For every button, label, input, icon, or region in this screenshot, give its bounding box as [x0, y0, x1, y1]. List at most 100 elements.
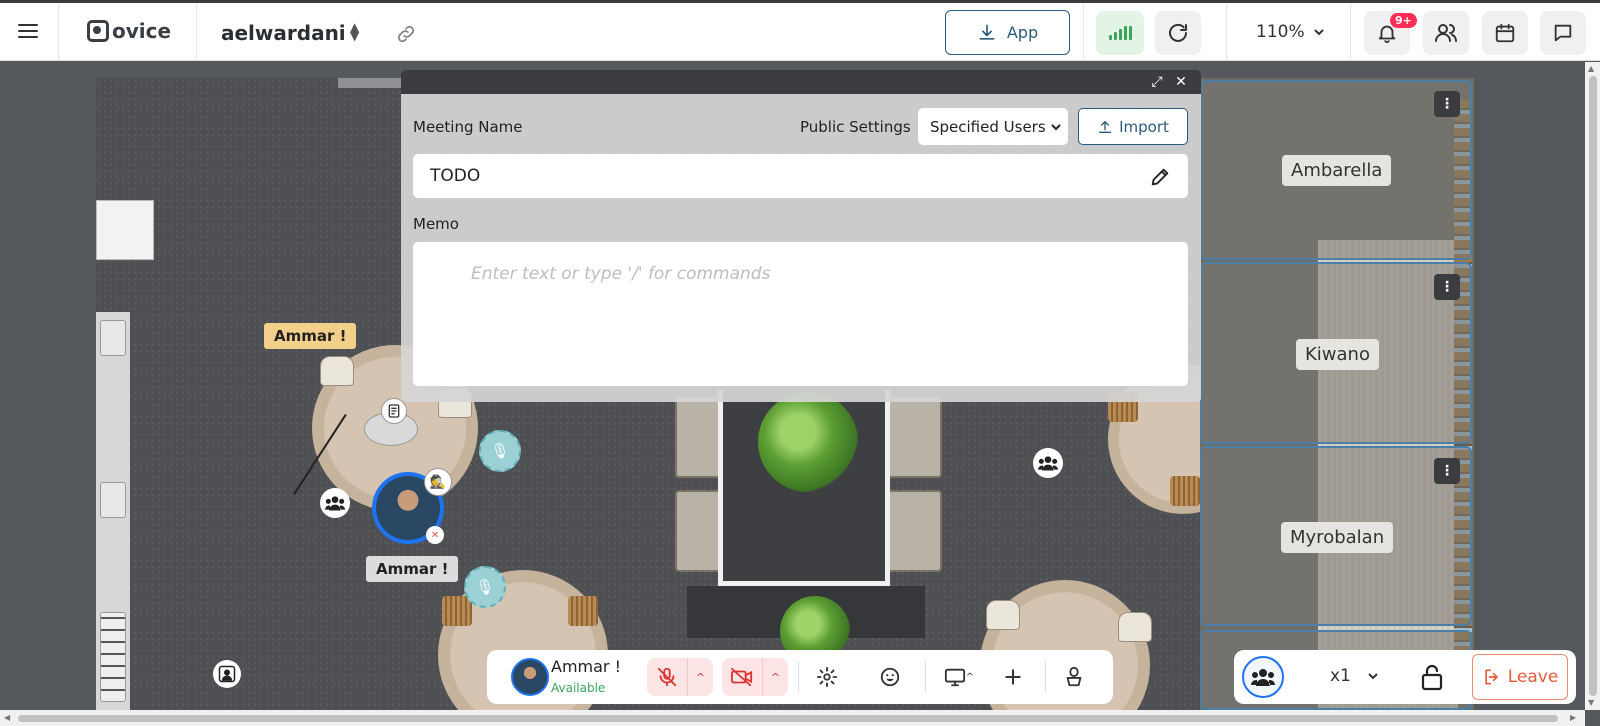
top-header: ovice aelwardani ▲ ▼ App 110% 9+: [0, 3, 1600, 61]
header-divider: [58, 3, 59, 61]
connection-signal-button[interactable]: [1096, 11, 1144, 55]
add-button[interactable]: [998, 662, 1028, 692]
menu-icon[interactable]: [16, 20, 40, 44]
header-divider: [1350, 3, 1351, 61]
chevron-down-icon: [1050, 123, 1061, 130]
header-divider: [196, 3, 197, 61]
workspace-switch-icon[interactable]: ▲ ▼: [350, 21, 359, 42]
refresh-button[interactable]: [1155, 11, 1201, 55]
header-divider: [1226, 3, 1227, 61]
ovice-logo: ovice: [87, 19, 171, 43]
expand-icon[interactable]: ⤢: [1149, 74, 1165, 90]
map-chair: [568, 596, 598, 626]
zone-menu-icon[interactable]: ⋮: [1434, 458, 1460, 484]
map-cabinet: [96, 200, 154, 260]
zone-label-ambarella: Ambarella: [1282, 155, 1392, 186]
scroll-up-icon[interactable]: ▲: [1588, 64, 1594, 73]
members-button[interactable]: [1423, 11, 1469, 55]
chevron-down-icon: [1313, 29, 1324, 36]
mic-toggle-button[interactable]: ^: [647, 658, 713, 696]
avatar-name-tag: Ammar !: [264, 323, 357, 349]
meeting-panel-titlebar: ⤢ ✕: [401, 70, 1201, 94]
leave-label: Leave: [1507, 667, 1559, 687]
settings-button[interactable]: [812, 662, 842, 692]
horizontal-scroll-thumb[interactable]: [18, 715, 1558, 722]
leave-button[interactable]: Leave: [1472, 654, 1568, 700]
map-plant: [758, 392, 858, 492]
group-icon[interactable]: [1033, 448, 1063, 478]
public-settings-select[interactable]: Specified Users: [918, 108, 1068, 145]
my-avatar[interactable]: [511, 658, 549, 696]
upload-icon: [1099, 120, 1112, 133]
emoji-icon: [880, 667, 900, 687]
mic-spot-icon[interactable]: 🎙: [479, 430, 521, 472]
map-kitchen-wall: [96, 312, 130, 712]
map-chair: [320, 356, 354, 386]
logout-icon: [1485, 669, 1498, 685]
calendar-button[interactable]: [1482, 11, 1528, 55]
meeting-name-input[interactable]: [413, 154, 1188, 198]
desk-user-icon[interactable]: [213, 660, 241, 688]
plus-icon: [1005, 669, 1021, 685]
mic-off-icon: [657, 667, 677, 687]
users-icon: [1435, 24, 1457, 42]
vertical-scrollbar[interactable]: ▲ ▼: [1585, 62, 1600, 710]
scroll-left-icon[interactable]: ◀: [4, 713, 10, 722]
avatar-name-label: Ammar !: [366, 556, 459, 582]
download-app-button[interactable]: App: [945, 10, 1070, 55]
speaker-mode-button[interactable]: [1059, 662, 1089, 692]
horizontal-scrollbar[interactable]: ◀ ▶: [0, 710, 1585, 726]
meeting-panel: ⤢ ✕ Meeting Name Public Settings Specifi…: [401, 70, 1201, 402]
map-chair: [1118, 612, 1152, 642]
group-icon: [1251, 669, 1275, 686]
zoom-value: 110%: [1256, 22, 1305, 42]
header-divider: [1083, 3, 1084, 61]
link-icon[interactable]: [395, 23, 417, 45]
my-status[interactable]: Available: [551, 681, 605, 695]
zone-menu-icon[interactable]: ⋮: [1434, 274, 1460, 300]
public-settings-label: Public Settings: [800, 118, 911, 136]
app-button-label: App: [1006, 23, 1039, 42]
memo-editor[interactable]: [413, 242, 1188, 386]
speed-value: x1: [1330, 666, 1351, 686]
meeting-name-label: Meeting Name: [413, 118, 523, 136]
camera-toggle-button[interactable]: ^: [722, 658, 788, 696]
reaction-button[interactable]: [875, 662, 905, 692]
calendar-icon: [1495, 23, 1515, 43]
public-settings-value: Specified Users: [930, 117, 1046, 136]
media-control-bar: Ammar ! Available ^ ^ ^: [487, 650, 1113, 704]
memo-label: Memo: [413, 215, 459, 233]
group-view-button[interactable]: [1242, 656, 1284, 698]
unlock-icon[interactable]: [1420, 663, 1444, 691]
speed-select[interactable]: x1: [1330, 666, 1379, 686]
pencil-icon[interactable]: [1149, 166, 1171, 188]
bar-divider: [798, 662, 799, 692]
import-label: Import: [1119, 117, 1169, 136]
scroll-right-icon[interactable]: ▶: [1570, 713, 1576, 722]
podium-icon: [1066, 666, 1082, 687]
mic-spot-icon[interactable]: 🎙: [464, 566, 506, 608]
import-button[interactable]: Import: [1078, 108, 1188, 145]
group-icon[interactable]: [320, 488, 350, 518]
screen-share-button[interactable]: ^: [939, 662, 979, 692]
monitor-icon: [944, 668, 965, 687]
refresh-icon: [1169, 23, 1187, 42]
vertical-scroll-thumb[interactable]: [1589, 76, 1597, 696]
notifications-button[interactable]: 9+: [1364, 11, 1417, 55]
close-icon[interactable]: ✕: [1173, 74, 1189, 90]
mic-options-chevron-icon[interactable]: ^: [687, 658, 713, 696]
screen-share-chevron-icon: ^: [965, 671, 975, 683]
camera-options-chevron-icon[interactable]: ^: [762, 658, 788, 696]
logo-text: ovice: [112, 19, 172, 43]
scroll-down-icon[interactable]: ▼: [1588, 698, 1594, 707]
ovice-logo-icon: [87, 20, 109, 42]
chat-button[interactable]: [1540, 11, 1586, 55]
chat-icon: [1554, 24, 1572, 42]
chevron-down-icon: [1368, 673, 1378, 680]
workspace-name: aelwardani: [221, 21, 346, 45]
notification-badge: 9+: [1390, 13, 1417, 28]
room-control-bar: x1 Leave: [1234, 650, 1576, 704]
zone-menu-icon[interactable]: ⋮: [1434, 91, 1460, 117]
zoom-select[interactable]: 110%: [1256, 22, 1325, 42]
user-avatar[interactable]: 🕵 ✕: [372, 468, 452, 544]
